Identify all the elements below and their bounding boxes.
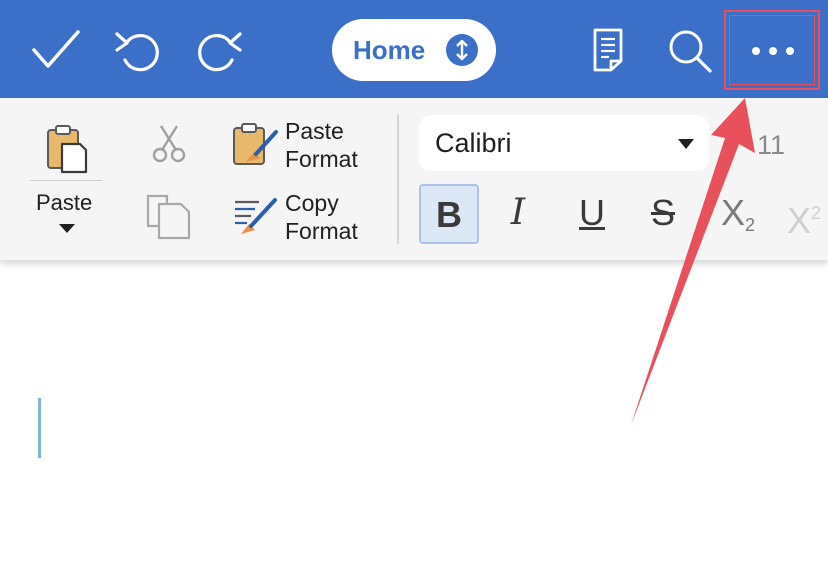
- search-icon[interactable]: [667, 28, 713, 74]
- paste-separator: [30, 180, 102, 181]
- paste-options-caret[interactable]: [59, 224, 75, 233]
- text-cursor: [38, 398, 41, 458]
- paste-format-line2: Format: [285, 146, 358, 172]
- superscript-button[interactable]: X2: [780, 184, 828, 244]
- subscript-button[interactable]: X2: [708, 184, 768, 244]
- ellipsis-icon: [751, 46, 795, 56]
- strikethrough-label: S: [650, 192, 675, 233]
- copy-format-line1: Copy: [285, 190, 339, 216]
- ribbon-divider: [397, 114, 399, 244]
- copy-format-icon[interactable]: [233, 196, 281, 238]
- paste-button[interactable]: Paste: [28, 120, 106, 240]
- tab-label: Home: [353, 35, 426, 65]
- home-ribbon: Paste Paste Format Copy Format Calibri 1…: [0, 98, 828, 260]
- bold-label: B: [436, 194, 462, 235]
- underline-button[interactable]: U: [562, 184, 622, 244]
- document-icon[interactable]: [591, 27, 625, 73]
- scissors-icon[interactable]: [152, 124, 186, 164]
- font-name-select[interactable]: Calibri: [419, 115, 709, 171]
- subscript-label: X: [720, 192, 745, 233]
- strikethrough-button[interactable]: S: [633, 184, 693, 244]
- italic-label: I: [510, 192, 526, 233]
- paste-label: Paste: [36, 190, 93, 215]
- paste-format-icon[interactable]: [232, 122, 280, 168]
- superscript-mark: 2: [811, 203, 822, 223]
- italic-button[interactable]: I: [488, 184, 548, 244]
- clipboard-icon: [46, 124, 88, 174]
- font-size-value[interactable]: 11: [757, 130, 785, 161]
- more-options-button[interactable]: [724, 10, 820, 90]
- copy-format-line2: Format: [285, 218, 358, 244]
- tab-switcher[interactable]: Home: [332, 19, 496, 81]
- chevron-down-icon: [678, 139, 694, 149]
- up-down-arrows-icon: [446, 34, 478, 66]
- copy-format-label[interactable]: Copy Format: [285, 189, 358, 245]
- copy-icon[interactable]: [145, 192, 193, 240]
- checkmark-icon[interactable]: [30, 28, 82, 72]
- bold-button[interactable]: B: [419, 184, 479, 244]
- subscript-mark: 2: [745, 215, 756, 235]
- undo-icon[interactable]: [113, 28, 163, 74]
- font-name-value: Calibri: [435, 128, 512, 158]
- underline-label: U: [579, 192, 605, 233]
- top-toolbar: Home: [0, 0, 828, 98]
- redo-icon[interactable]: [194, 28, 244, 74]
- paste-format-label[interactable]: Paste Format: [285, 117, 358, 173]
- superscript-label: X: [786, 200, 811, 241]
- paste-format-line1: Paste: [285, 118, 344, 144]
